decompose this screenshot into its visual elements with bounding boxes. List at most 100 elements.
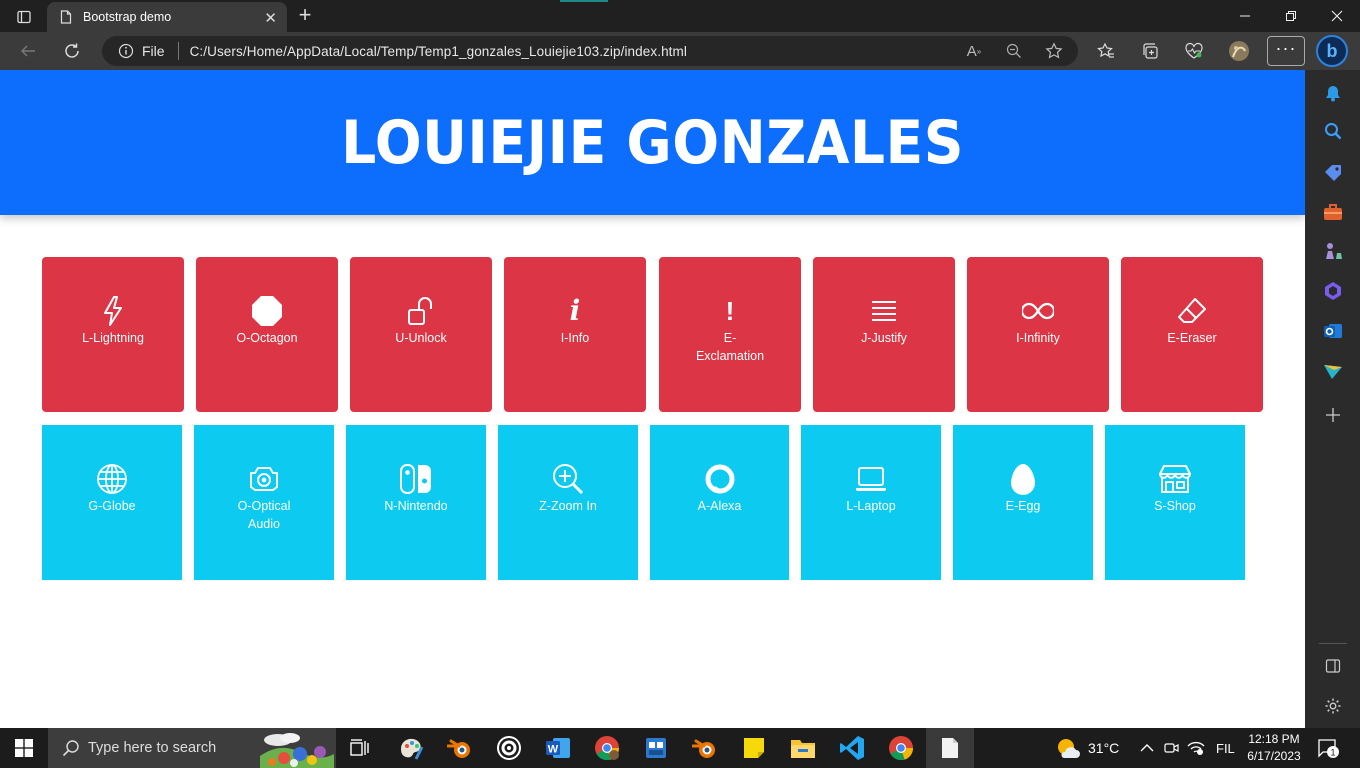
collections-icon[interactable] bbox=[1138, 39, 1162, 63]
card-label: N-Nintendo bbox=[384, 499, 448, 513]
url-text[interactable]: C:/Users/Home/AppData/Local/Temp/Temp1_g… bbox=[190, 44, 687, 59]
browser-tab[interactable]: Bootstrap demo ✕ bbox=[47, 2, 287, 32]
search-highlight-illustration-icon bbox=[260, 733, 334, 768]
zoom-out-icon[interactable] bbox=[1002, 39, 1026, 63]
svg-text:W: W bbox=[548, 744, 559, 756]
nintendo-switch-icon bbox=[346, 463, 486, 495]
notifications-bell-icon[interactable] bbox=[1322, 82, 1344, 104]
weather-sun-cloud-icon bbox=[1058, 739, 1080, 758]
card-label: G-Globe bbox=[88, 499, 136, 513]
card-exclamation: ! E-Exclamation bbox=[659, 257, 801, 412]
notification-center-icon[interactable]: 1 bbox=[1318, 728, 1340, 768]
word-icon[interactable]: W bbox=[544, 734, 572, 762]
hide-sidebar-icon[interactable] bbox=[1322, 655, 1344, 677]
profile-avatar[interactable] bbox=[1227, 39, 1251, 63]
card-unlock: U-Unlock bbox=[350, 257, 492, 412]
card-label: L-Lightning bbox=[82, 331, 144, 345]
outlook-icon[interactable] bbox=[1322, 320, 1344, 342]
card-label: U-Unlock bbox=[395, 331, 447, 345]
favorite-star-icon[interactable] bbox=[1042, 39, 1066, 63]
optical-audio-icon bbox=[194, 463, 334, 495]
card-eraser: E-Eraser bbox=[1121, 257, 1263, 412]
address-prefix: File bbox=[142, 43, 165, 59]
browser-essentials-icon[interactable] bbox=[1182, 39, 1206, 63]
chrome-profile-icon[interactable] bbox=[593, 734, 621, 762]
windows-taskbar: Type here to search W 31°C FIL 12:18 PM … bbox=[0, 728, 1360, 768]
network-icon[interactable] bbox=[1187, 728, 1205, 768]
card-label: A-Alexa bbox=[697, 499, 742, 513]
windows-logo-icon bbox=[15, 739, 33, 757]
lightning-icon bbox=[42, 295, 184, 327]
card-label: E-Exclamation bbox=[695, 331, 765, 363]
read-aloud-icon[interactable]: A» bbox=[962, 39, 986, 63]
laptop-icon bbox=[801, 463, 941, 495]
card-globe: G-Globe bbox=[42, 425, 182, 580]
blender-secondary-icon[interactable] bbox=[691, 734, 719, 762]
card-nintendo: N-Nintendo bbox=[346, 425, 486, 580]
page-favicon-icon bbox=[60, 10, 72, 24]
shop-icon bbox=[1105, 463, 1245, 495]
drop-send-icon[interactable] bbox=[1322, 360, 1344, 382]
blender-icon[interactable] bbox=[446, 734, 474, 762]
search-icon[interactable] bbox=[1322, 120, 1344, 142]
shopping-tag-icon[interactable] bbox=[1322, 161, 1344, 183]
microsoft-365-icon[interactable] bbox=[1322, 280, 1344, 302]
obs-studio-icon[interactable] bbox=[495, 734, 523, 762]
back-icon[interactable] bbox=[16, 39, 40, 63]
new-tab-button[interactable]: + bbox=[293, 4, 317, 28]
refresh-icon[interactable] bbox=[60, 39, 84, 63]
vscode-icon[interactable] bbox=[838, 734, 866, 762]
restore-button[interactable] bbox=[1268, 0, 1314, 32]
sidebar-divider bbox=[1319, 643, 1347, 644]
card-label: E-Egg bbox=[1005, 499, 1041, 513]
add-sidebar-app-icon[interactable] bbox=[1322, 404, 1344, 426]
sidebar-settings-gear-icon[interactable] bbox=[1322, 695, 1344, 717]
notepad-document-icon[interactable] bbox=[936, 734, 964, 762]
eraser-icon bbox=[1121, 295, 1263, 327]
file-explorer-icon[interactable] bbox=[789, 734, 817, 762]
paint-icon[interactable] bbox=[397, 734, 425, 762]
card-label: S-Shop bbox=[1154, 499, 1196, 513]
card-label: L-Laptop bbox=[846, 499, 896, 513]
card-label: Z-Zoom In bbox=[539, 499, 597, 513]
title-bar: Bootstrap demo ✕ + bbox=[0, 0, 1360, 32]
site-info-icon[interactable] bbox=[118, 43, 134, 59]
justify-icon bbox=[813, 295, 955, 327]
card-infinity: I-Infinity bbox=[967, 257, 1109, 412]
games-chess-icon[interactable] bbox=[1322, 240, 1344, 262]
close-window-button[interactable] bbox=[1314, 0, 1360, 32]
card-laptop: L-Laptop bbox=[801, 425, 941, 580]
address-bar[interactable]: File C:/Users/Home/AppData/Local/Temp/Te… bbox=[102, 36, 1078, 66]
bing-copilot-button[interactable]: b bbox=[1316, 35, 1348, 67]
card-octagon: O-Octagon bbox=[196, 257, 338, 412]
alexa-icon bbox=[650, 463, 789, 495]
taskbar-search-box[interactable]: Type here to search bbox=[48, 728, 336, 768]
tray-overflow-icon[interactable] bbox=[1140, 728, 1154, 768]
language-label: FIL bbox=[1216, 740, 1235, 756]
card-lightning: L-Lightning bbox=[42, 257, 184, 412]
accent-line bbox=[560, 0, 608, 2]
start-button[interactable] bbox=[0, 728, 48, 768]
favorites-icon[interactable] bbox=[1094, 39, 1118, 63]
tab-title: Bootstrap demo bbox=[83, 10, 172, 24]
system-clock[interactable]: 12:18 PM 6/17/2023 bbox=[1240, 731, 1308, 765]
store-app-icon[interactable] bbox=[642, 734, 670, 762]
weather-temperature: 31°C bbox=[1088, 740, 1120, 756]
close-tab-icon[interactable]: ✕ bbox=[264, 9, 277, 27]
settings-more-button[interactable]: ··· bbox=[1267, 36, 1305, 66]
tab-actions-icon[interactable] bbox=[10, 6, 38, 28]
meet-now-icon[interactable] bbox=[1164, 728, 1180, 768]
browser-toolbar: File C:/Users/Home/AppData/Local/Temp/Te… bbox=[0, 32, 1360, 70]
info-icon: i bbox=[569, 294, 581, 327]
unlock-icon bbox=[350, 295, 492, 327]
weather-widget[interactable]: 31°C bbox=[1054, 728, 1119, 768]
chrome-icon[interactable] bbox=[887, 734, 915, 762]
tools-briefcase-icon[interactable] bbox=[1322, 201, 1344, 223]
card-label: O-Octagon bbox=[236, 331, 298, 345]
input-language[interactable]: FIL bbox=[1216, 728, 1235, 768]
card-justify: J-Justify bbox=[813, 257, 955, 412]
minimize-button[interactable] bbox=[1222, 0, 1268, 32]
task-view-icon[interactable] bbox=[346, 734, 374, 762]
sticky-notes-icon[interactable] bbox=[740, 734, 768, 762]
card-label: J-Justify bbox=[861, 331, 907, 345]
